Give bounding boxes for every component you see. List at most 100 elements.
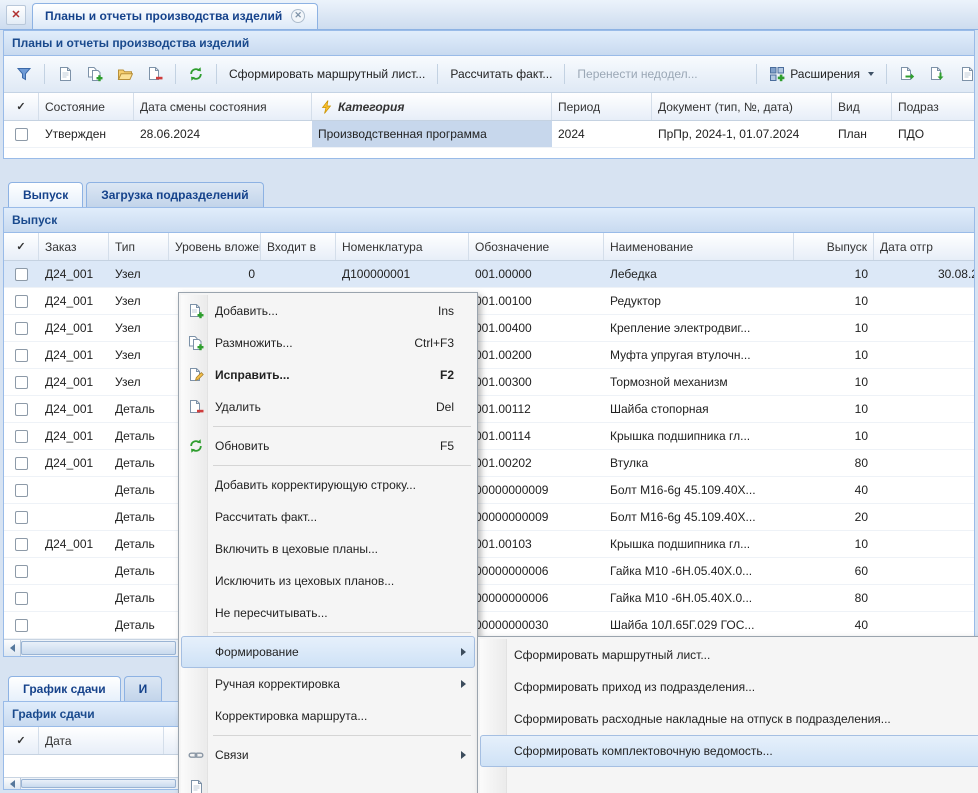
- menu-item[interactable]: Ручная корректировка: [181, 668, 475, 700]
- vypusk-row[interactable]: Деталь00000000006Гайка М10 -6Н.05.40Х.0.…: [4, 558, 974, 585]
- duplicate-button[interactable]: [81, 61, 109, 87]
- menu-item[interactable]: Сформировать маршрутный лист...: [480, 639, 978, 671]
- tab-close-icon[interactable]: ✕: [291, 9, 305, 23]
- column-header-order[interactable]: Заказ: [39, 233, 109, 260]
- menu-item[interactable]: ОбновитьF5: [181, 430, 475, 462]
- menu-item[interactable]: Сформировать приход из подразделения...: [480, 671, 978, 703]
- vypusk-row[interactable]: Д24_001Узел001.00200Муфта упругая втулоч…: [4, 342, 974, 369]
- vypusk-row[interactable]: Д24_001Деталь001.00112Шайба стопорная10: [4, 396, 974, 423]
- column-header-kind[interactable]: Вид: [832, 93, 892, 120]
- column-header-nomenclature[interactable]: Номенклатура: [336, 233, 469, 260]
- row-checkbox[interactable]: [15, 403, 28, 416]
- vypusk-row[interactable]: Деталь00000000009Болт М16-6g 45.109.40Х.…: [4, 477, 974, 504]
- row-checkbox[interactable]: [15, 349, 28, 362]
- row-checkbox[interactable]: [15, 457, 28, 470]
- calc-fact-button[interactable]: Рассчитать факт...: [444, 62, 558, 86]
- refresh-button[interactable]: [182, 61, 210, 87]
- menu-item[interactable]: Добавить...Ins: [181, 295, 475, 327]
- column-header-category[interactable]: Категория: [312, 93, 552, 120]
- column-header-ship-date[interactable]: Дата отгр: [874, 233, 974, 260]
- tab-vypusk[interactable]: Выпуск: [8, 182, 83, 207]
- row-checkbox[interactable]: [15, 295, 28, 308]
- row-checkbox[interactable]: [15, 538, 28, 551]
- vypusk-row[interactable]: Деталь00000000030Шайба 10Л.65Г.029 ГОС..…: [4, 612, 974, 639]
- row-checkbox[interactable]: [15, 511, 28, 524]
- plans-row[interactable]: Утвержден 28.06.2024 Производственная пр…: [4, 121, 974, 148]
- row-checkbox[interactable]: [15, 484, 28, 497]
- column-header-date[interactable]: Дата: [39, 727, 164, 754]
- menu-item[interactable]: Исключить из цеховых планов...: [181, 565, 475, 597]
- column-header-output[interactable]: Выпуск: [794, 233, 874, 260]
- cell-output: 80: [794, 585, 874, 611]
- menu-item[interactable]: Сформировать комплектовочную ведомость..…: [480, 735, 978, 767]
- cell-ship_date: [874, 450, 974, 476]
- menu-item[interactable]: Рассчитать факт...: [181, 501, 475, 533]
- row-checkbox[interactable]: [15, 128, 28, 141]
- column-header-parent[interactable]: Входит в: [261, 233, 336, 260]
- extensions-button[interactable]: Расширения: [763, 61, 880, 87]
- menu-item[interactable]: Формирование: [181, 636, 475, 668]
- filter-button[interactable]: [10, 61, 38, 87]
- vypusk-row[interactable]: Д24_001Узел001.00300Тормозной механизм10: [4, 369, 974, 396]
- row-checkbox[interactable]: [15, 430, 28, 443]
- select-all-header[interactable]: ✓: [4, 727, 39, 754]
- select-all-header[interactable]: ✓: [4, 93, 39, 120]
- vypusk-grid-header: ✓ Заказ Тип Уровень вложен Входит в Номе…: [4, 233, 974, 261]
- add-button[interactable]: [51, 61, 79, 87]
- tab-plans-and-reports[interactable]: Планы и отчеты производства изделий ✕: [32, 3, 318, 29]
- tab-second[interactable]: И: [124, 676, 163, 701]
- row-checkbox[interactable]: [15, 592, 28, 605]
- column-header-document[interactable]: Документ (тип, №, дата): [652, 93, 832, 120]
- vypusk-row[interactable]: Д24_001Деталь001.00202Втулка80: [4, 450, 974, 477]
- menu-item[interactable]: Корректировка маршрута...: [181, 700, 475, 732]
- tab-load-departments[interactable]: Загрузка подразделений: [86, 182, 263, 207]
- column-header-type[interactable]: Тип: [109, 233, 169, 260]
- import-document-button[interactable]: [923, 61, 951, 87]
- menu-item[interactable]: Сформировать расходные накладные на отпу…: [480, 703, 978, 735]
- column-header-state-date[interactable]: Дата смены состояния: [134, 93, 312, 120]
- open-button[interactable]: [111, 61, 139, 87]
- menu-item[interactable]: Исправить...F2: [181, 359, 475, 391]
- route-sheet-button[interactable]: Сформировать маршрутный лист...: [223, 62, 431, 86]
- menu-item[interactable]: Включить в цеховые планы...: [181, 533, 475, 565]
- row-checkbox[interactable]: [15, 619, 28, 632]
- menu-item[interactable]: Связи: [181, 739, 475, 771]
- row-checkbox[interactable]: [15, 322, 28, 335]
- scroll-left-button[interactable]: [4, 778, 21, 789]
- overflow-button[interactable]: [953, 61, 974, 87]
- column-header-department[interactable]: Подраз: [892, 93, 974, 120]
- vypusk-row[interactable]: Д24_001Узел001.00400Крепление электродви…: [4, 315, 974, 342]
- cell-name: Гайка М10 -6Н.05.40Х.0...: [604, 585, 794, 611]
- scrollbar-thumb[interactable]: [21, 641, 176, 655]
- column-label: Наименование: [610, 240, 693, 254]
- vypusk-row[interactable]: Д24_001Деталь001.00114Крышка подшипника …: [4, 423, 974, 450]
- tab-schedule[interactable]: График сдачи: [8, 676, 121, 701]
- column-header-designation[interactable]: Обозначение: [469, 233, 604, 260]
- row-checkbox[interactable]: [15, 268, 28, 281]
- menu-item[interactable]: Добавить корректирующую строку...: [181, 469, 475, 501]
- vypusk-row[interactable]: Деталь00000000006Гайка М10 -6Н.05.40Х.0.…: [4, 585, 974, 612]
- vypusk-row[interactable]: Д24_001Узел0Д100000001001.00000Лебедка10…: [4, 261, 974, 288]
- menu-item[interactable]: УдалитьDel: [181, 391, 475, 423]
- vypusk-row[interactable]: Д24_001Узел001.00100Редуктор10: [4, 288, 974, 315]
- export-document-button[interactable]: [893, 61, 921, 87]
- menu-item[interactable]: [181, 771, 475, 793]
- scroll-left-button[interactable]: [4, 640, 21, 656]
- column-header-name[interactable]: Наименование: [604, 233, 794, 260]
- column-label: Тип: [115, 240, 135, 254]
- column-header-state[interactable]: Состояние: [39, 93, 134, 120]
- column-header-period[interactable]: Период: [552, 93, 652, 120]
- close-tab-button[interactable]: ✕: [6, 5, 26, 25]
- menu-item[interactable]: Размножить...Ctrl+F3: [181, 327, 475, 359]
- toolbar-separator: [564, 64, 565, 84]
- delete-button[interactable]: [141, 61, 169, 87]
- menu-item[interactable]: Не пересчитывать...: [181, 597, 475, 629]
- menu-item[interactable]: [480, 767, 978, 793]
- vypusk-row[interactable]: Деталь00000000009Болт М16-6g 45.109.40Х.…: [4, 504, 974, 531]
- row-checkbox[interactable]: [15, 565, 28, 578]
- select-all-header[interactable]: ✓: [4, 233, 39, 260]
- row-checkbox[interactable]: [15, 376, 28, 389]
- vypusk-row[interactable]: Д24_001Деталь001.00103Крышка подшипника …: [4, 531, 974, 558]
- scrollbar-thumb[interactable]: [21, 779, 176, 788]
- column-header-level[interactable]: Уровень вложен: [169, 233, 261, 260]
